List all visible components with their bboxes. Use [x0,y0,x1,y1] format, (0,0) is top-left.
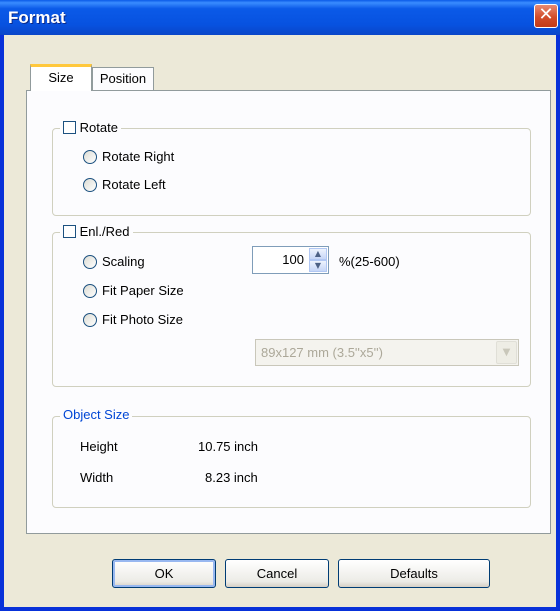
scaling-radio[interactable] [83,255,97,269]
photo-size-value: 89x127 mm (3.5''x5'') [261,345,383,360]
fit-paper-size-label[interactable]: Fit Paper Size [102,283,184,298]
scaling-spinner[interactable]: 100 ▲ ▼ [252,246,329,274]
rotate-right-label[interactable]: Rotate Right [102,149,174,164]
rotate-left-radio[interactable] [83,178,97,192]
title-bar: Format ✕ [0,0,560,35]
enl-red-legend: Enl./Red [60,224,133,239]
tab-size[interactable]: Size [30,64,92,91]
rotate-label: Rotate [79,120,118,135]
rotate-right-radio[interactable] [83,150,97,164]
fit-photo-size-radio[interactable] [83,313,97,327]
fit-paper-size-radio[interactable] [83,284,97,298]
width-value: 8.23 inch [205,470,258,485]
enl-red-checkbox[interactable] [63,225,76,238]
ok-button[interactable]: OK [112,559,216,588]
chevron-down-icon[interactable]: ▼ [496,341,517,364]
spin-up-icon[interactable]: ▲ [309,248,327,260]
tab-position-label: Position [99,71,147,86]
rotate-legend: Rotate [60,120,121,135]
spin-down-icon[interactable]: ▼ [309,260,327,272]
rotate-group [52,128,531,216]
fit-photo-size-label[interactable]: Fit Photo Size [102,312,183,327]
dialog-title: Format [8,8,66,27]
object-size-legend: Object Size [60,407,133,422]
enl-red-label: Enl./Red [79,224,130,239]
cancel-button[interactable]: Cancel [225,559,329,588]
object-size-group [52,416,531,508]
height-label: Height [80,439,118,454]
height-value: 10.75 inch [198,439,258,454]
defaults-button[interactable]: Defaults [338,559,490,588]
tab-size-label: Size [48,70,74,85]
width-label: Width [80,470,114,485]
photo-size-dropdown[interactable]: 89x127 mm (3.5''x5'') ▼ [255,339,519,366]
rotate-checkbox[interactable] [63,121,76,134]
tab-position[interactable]: Position [92,67,154,91]
scaling-label[interactable]: Scaling [102,254,145,269]
scaling-range-label: %(25-600) [339,254,400,269]
close-button[interactable]: ✕ [534,4,558,28]
scaling-value[interactable]: 100 [282,252,304,267]
close-icon: ✕ [538,4,554,25]
rotate-left-label[interactable]: Rotate Left [102,177,166,192]
